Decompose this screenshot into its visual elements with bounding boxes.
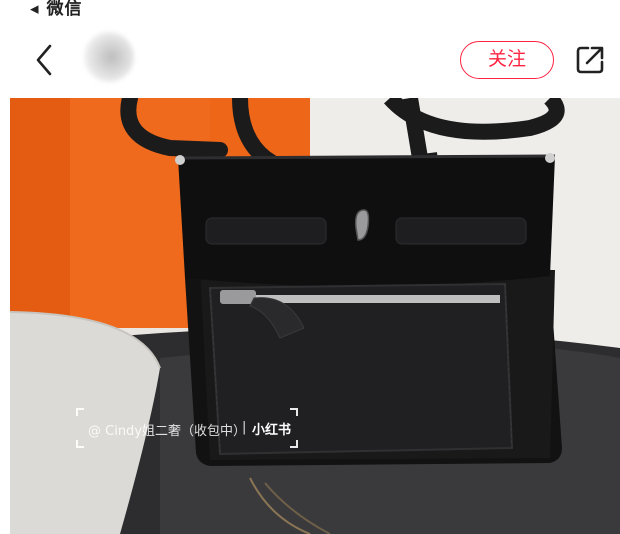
- post-photo[interactable]: [10, 98, 620, 534]
- watermark-brand: 小红书: [252, 423, 292, 438]
- back-button[interactable]: [30, 40, 60, 80]
- return-to-app-link[interactable]: ◂ 微信: [30, 0, 82, 19]
- post-header: 关注: [0, 22, 620, 98]
- follow-button[interactable]: 关注: [460, 41, 554, 79]
- watermark-frame-corner: [290, 408, 298, 416]
- share-icon: [576, 46, 604, 74]
- watermark-frame-corner: [290, 440, 298, 448]
- handbag-photo-illustration: [10, 98, 620, 534]
- watermark-frame-corner: [76, 408, 84, 416]
- share-button[interactable]: [574, 44, 606, 76]
- status-bar: ◂ 微信: [0, 0, 620, 22]
- watermark-separator: |: [242, 420, 247, 435]
- watermark-frame-corner: [76, 440, 84, 448]
- watermark-username: @ Cindy姐二奢（收包中）: [88, 424, 247, 439]
- photo-watermark: @ Cindy姐二奢（收包中） | 小红书: [76, 408, 298, 448]
- chevron-left-icon: [36, 44, 52, 76]
- author-avatar[interactable]: [84, 32, 134, 82]
